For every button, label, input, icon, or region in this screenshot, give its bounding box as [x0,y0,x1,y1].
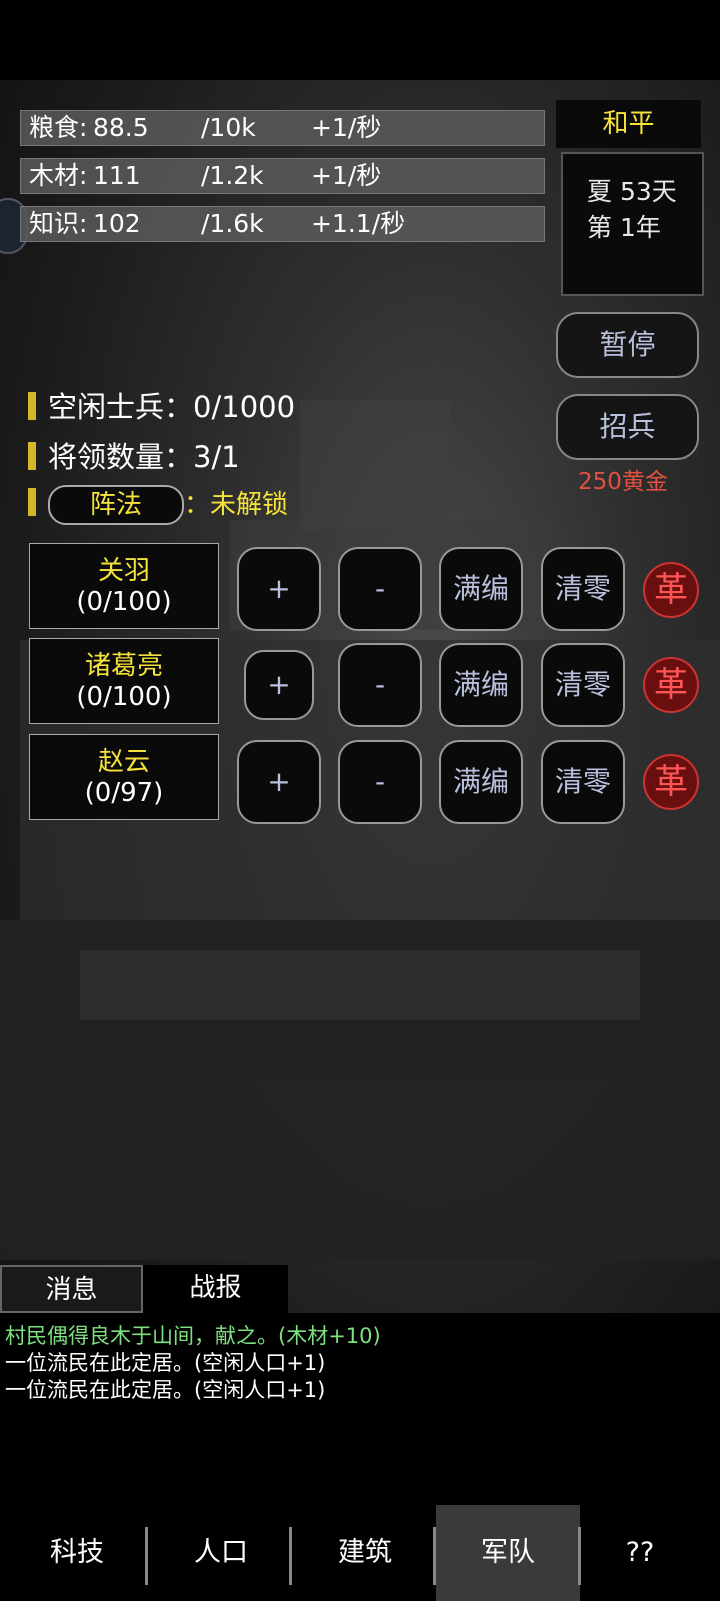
log-line: 一位流民在此定居。(空闲人口+1) [5,1378,326,1402]
resource-row-wood: 木材 : 111 /1.2k +1/秒 [20,158,545,194]
bottom-navigation: 科技 人口 建筑 军队 ?? [0,1505,720,1601]
fill-button[interactable]: 满编 [439,740,523,824]
resource-cap: /10k [201,113,256,142]
season-day: 夏 53天 [587,177,677,206]
date-display: 夏 53天 第 1年 [561,152,704,296]
general-count: (0/97) [84,778,164,808]
nav-unknown[interactable]: ?? [568,1505,712,1601]
tab-battle-report[interactable]: 战报 [143,1265,288,1313]
clear-button[interactable]: 清零 [541,547,625,631]
formation-button[interactable]: 阵法 [48,485,184,525]
log-line: 一位流民在此定居。(空闲人口+1) [5,1351,326,1375]
dismiss-general-button[interactable]: 革 [643,562,699,618]
resource-value: 88.5 [93,113,149,142]
resource-value: 111 [93,161,141,190]
general-card-zhugeliang: 诸葛亮 (0/100) [29,638,219,724]
general-card-guanyu: 关羽 (0/100) [29,543,219,629]
resource-value: 102 [93,209,141,238]
formation-stat: 阵法 ：未解锁 [28,484,288,525]
dismiss-general-button[interactable]: 革 [643,657,699,713]
nav-population[interactable]: 人口 [149,1505,293,1601]
add-soldier-button[interactable]: + [237,547,321,631]
log-line: 村民偶得良木于山间，献之。(木材+10) [5,1324,381,1348]
nav-army[interactable]: 军队 [436,1505,580,1601]
generals-count-stat: 将领数量：3/1 [28,434,240,476]
resource-cap: /1.6k [201,209,264,238]
general-card-zhaoyun: 赵云 (0/97) [29,734,219,820]
resource-cap: /1.2k [201,161,264,190]
clear-button[interactable]: 清零 [541,643,625,727]
general-name: 关羽 [97,556,150,586]
general-name: 诸葛亮 [84,651,163,681]
resource-rate: +1.1/秒 [311,209,406,238]
clear-button[interactable]: 清零 [541,740,625,824]
fill-button[interactable]: 满编 [439,547,523,631]
remove-soldier-button[interactable]: - [338,547,422,631]
remove-soldier-button[interactable]: - [338,740,422,824]
resource-rate: +1/秒 [311,161,382,190]
tab-messages[interactable]: 消息 [0,1265,143,1313]
year: 第 1年 [587,213,661,242]
formation-status: 未解锁 [210,490,289,520]
general-count: (0/100) [76,587,172,617]
resource-name: 木材 [29,161,80,190]
dismiss-general-button[interactable]: 革 [643,754,699,810]
peace-status: 和平 [556,100,701,148]
add-soldier-button[interactable]: + [237,740,321,824]
general-name: 赵云 [97,747,150,777]
idle-soldiers-stat: 空闲士兵：0/1000 [28,384,295,426]
idle-soldiers-value: 0/1000 [193,390,296,424]
resource-row-knowledge: 知识 : 102 /1.6k +1.1/秒 [20,206,545,242]
resource-name: 知识 [29,209,80,238]
add-soldier-button[interactable]: + [244,650,314,720]
nav-tech[interactable]: 科技 [5,1505,149,1601]
resource-rate: +1/秒 [311,113,382,142]
recruit-button[interactable]: 招兵 [556,394,699,460]
recruit-cost: 250黄金 [578,469,668,495]
pause-button[interactable]: 暂停 [556,312,699,378]
generals-count-label: 将领数量： [48,440,194,474]
nav-buildings[interactable]: 建筑 [293,1505,437,1601]
resource-name: 粮食 [29,113,80,142]
remove-soldier-button[interactable]: - [338,643,422,727]
generals-count-value: 3/1 [193,440,240,474]
idle-soldiers-label: 空闲士兵： [48,390,194,424]
fill-button[interactable]: 满编 [439,643,523,727]
general-count: (0/100) [76,682,172,712]
resource-row-food: 粮食 : 88.5 /10k +1/秒 [20,110,545,146]
